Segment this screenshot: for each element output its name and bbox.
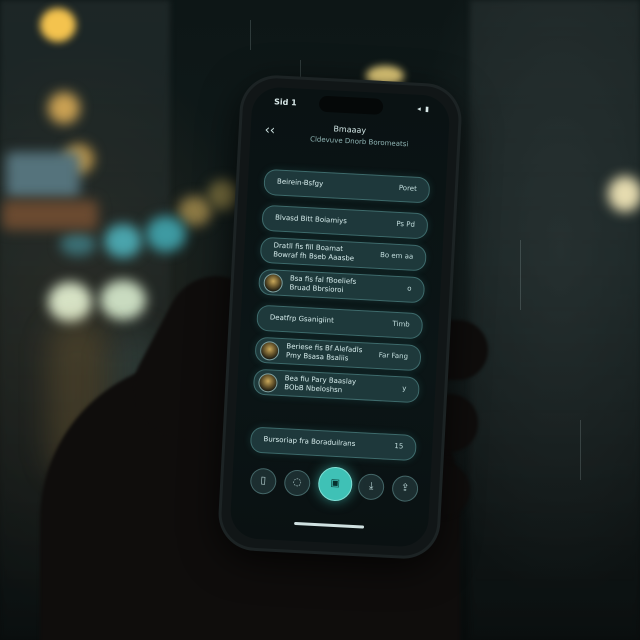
building-right — [470, 0, 640, 640]
car-light — [48, 282, 92, 322]
list-item-label: Beirein-Bsfgy — [276, 177, 324, 188]
car-light — [146, 216, 186, 252]
list-item-label: Dratll fis fill Boamat Bowraf fh Bseb Aa… — [272, 241, 355, 263]
nav-bookmark-button[interactable]: ▯ — [249, 467, 277, 495]
bookmark-icon: ▯ — [260, 475, 267, 487]
bottom-navbar: ▯ ◌ ▣ ⤓ ⇪ — [243, 462, 419, 505]
list-item-label: Beriese fis Bf Alefadls Pmy Bsasa Bsalii… — [285, 342, 363, 363]
street-light — [48, 92, 80, 124]
phone-screen: Sid 1 ◂ ▮ ‹‹ Bmaaay Cldevuve Dnorb Borom… — [229, 86, 451, 548]
list-item-value: Bo em aa — [379, 251, 414, 261]
street-light — [208, 180, 238, 210]
list-item-value: o — [407, 284, 412, 293]
list-item[interactable]: Deatfrp Gsanigiint Timb — [256, 304, 424, 340]
smartphone: Sid 1 ◂ ▮ ‹‹ Bmaaay Cldevuve Dnorb Borom… — [219, 76, 461, 558]
signal-battery-icon: ◂ ▮ — [416, 104, 431, 114]
nav-download-button[interactable]: ⤓ — [357, 473, 385, 501]
app-header: ‹‹ Bmaaay Cldevuve Dnorb Boromeatsi — [264, 119, 435, 158]
list-item-label: Blvasd Bitt Boiamiys — [274, 213, 348, 226]
car-light — [60, 232, 96, 256]
nav-home-button[interactable]: ▣ — [317, 466, 354, 502]
street-light — [40, 8, 76, 42]
list-item[interactable]: Blvasd Bitt Boiamiys Ps Pd — [261, 204, 429, 240]
list-item-value: 15 — [394, 442, 404, 451]
settings-list: Beirein-Bsfgy Poret Blvasd Bitt Boiamiys Ps… — [249, 86, 451, 462]
list-item-label: Deatfrp Gsanigiint — [269, 313, 335, 325]
list-item[interactable]: Dratll fis fill Boamat Bowraf fh Bseb Aa… — [259, 236, 427, 272]
rain-streak — [520, 240, 521, 310]
list-item[interactable]: Bursoriap fra Boraduilrans 15 — [249, 426, 417, 462]
grid-icon: ▣ — [330, 477, 341, 490]
share-icon: ⇪ — [400, 482, 410, 494]
list-item-label: Bsa fis fal fBoeliefs Bruad Bbrsioroi — [289, 274, 357, 295]
rain-streak — [250, 20, 251, 50]
list-item-value: Ps Pd — [396, 219, 416, 229]
neon-sign — [6, 152, 80, 198]
download-icon: ⤓ — [368, 480, 374, 492]
street-light — [178, 196, 212, 226]
refresh-icon: ◌ — [292, 476, 302, 489]
avatar — [263, 272, 284, 293]
list-item-value: Poret — [398, 183, 418, 193]
rain-streak — [580, 420, 581, 480]
status-time: Sid 1 — [273, 97, 297, 108]
list-item[interactable]: Beirein-Bsfgy Poret — [263, 168, 431, 204]
list-item-label: Bea fiu Pary Baaslay BObB Nbeloshsn — [284, 374, 357, 395]
list-item-value: Far Fang — [378, 351, 409, 361]
list-item[interactable]: Beriese fis Bf Alefadls Pmy Bsasa Bsalii… — [254, 336, 422, 372]
list-item-value: Timb — [392, 319, 410, 329]
list-item[interactable]: Bsa fis fal fBoeliefs Bruad Bbrsioroi o — [258, 268, 426, 304]
avatar — [257, 372, 278, 393]
nav-refresh-button[interactable]: ◌ — [283, 469, 311, 497]
list-item-value: y — [401, 384, 407, 393]
avatar — [259, 340, 280, 361]
home-indicator[interactable] — [294, 521, 365, 529]
car-light — [104, 224, 142, 258]
neon-sign — [2, 200, 98, 230]
car-light — [100, 280, 146, 320]
nav-share-button[interactable]: ⇪ — [391, 474, 419, 503]
list-item-label: Bursoriap fra Boraduilrans — [263, 435, 356, 448]
street-light — [608, 176, 640, 212]
list-item[interactable]: Bea fiu Pary Baaslay BObB Nbeloshsn y — [252, 368, 420, 404]
